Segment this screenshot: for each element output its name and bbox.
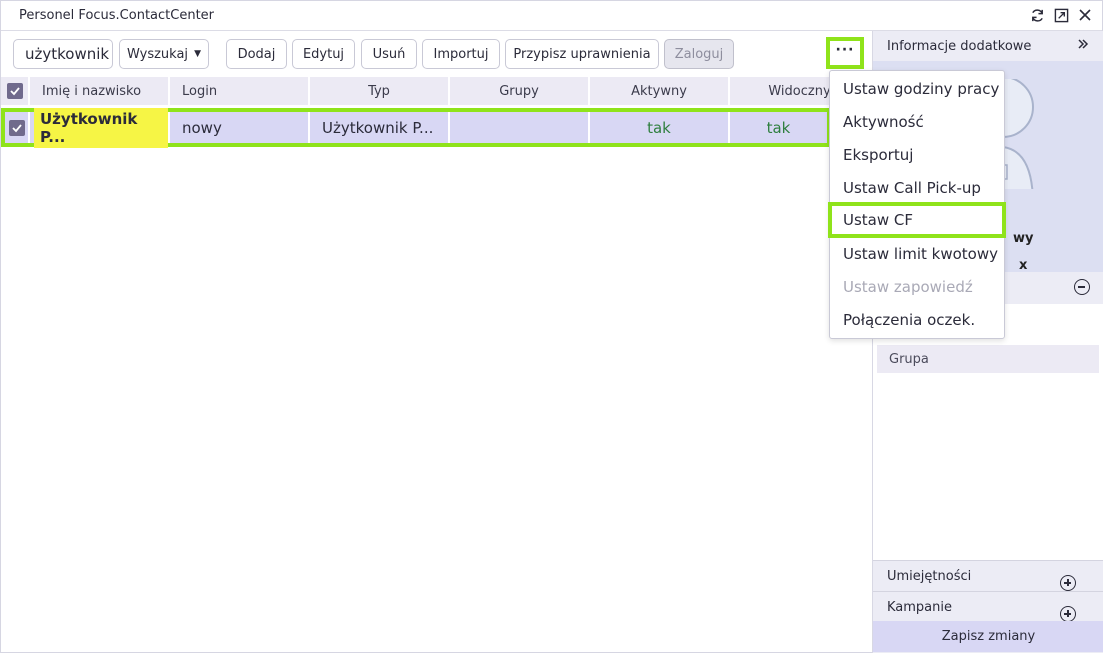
search-type-dropdown[interactable]: Wyszukaj ▼ [119, 39, 209, 69]
menu-item-export[interactable]: Eksportuj [830, 138, 1004, 171]
cell-groups [450, 112, 590, 143]
cell-login: nowy [170, 112, 310, 143]
toolbar: użytkownik Wyszukaj ▼ Dodaj Edytuj Usuń … [13, 39, 869, 69]
table-row[interactable]: Użytkownik P... nowy Użytkownik P... tak… [1, 107, 831, 148]
user-name: Użytkownik P... [34, 107, 168, 148]
campaigns-label: Kampanie [887, 599, 952, 615]
cell-visible: tak [766, 118, 791, 137]
details-panel-title: Informacje dodatkowe [887, 38, 1032, 54]
title-bar: Personel Focus.ContactCenter [1, 1, 1102, 31]
cell-type: Użytkownik P... [310, 112, 450, 143]
menu-item-call-pickup[interactable]: Ustaw Call Pick-up [830, 171, 1004, 204]
skills-label: Umiejętności [887, 568, 972, 584]
menu-item-set-cf[interactable]: Ustaw CF [828, 202, 1006, 238]
groups-list: Grupa [873, 304, 1103, 560]
details-panel-header: Informacje dodatkowe [873, 31, 1103, 61]
info-text-line-1: wy [1013, 231, 1034, 246]
refresh-icon[interactable] [1028, 6, 1046, 24]
table-header: Imię i nazwisko Login Typ Grupy Aktywny … [1, 77, 871, 105]
menu-item-waiting-calls[interactable]: Połączenia oczek. [830, 303, 1004, 336]
import-button[interactable]: Importuj [422, 39, 500, 69]
close-icon[interactable] [1076, 6, 1094, 24]
groups-column-header: Grupa [877, 345, 1099, 373]
cell-name: Użytkownik P... [30, 107, 170, 148]
column-header-type[interactable]: Typ [310, 77, 450, 105]
select-all-checkbox[interactable] [1, 77, 30, 105]
menu-item-work-hours[interactable]: Ustaw godziny pracy [830, 72, 1004, 105]
collapse-panel-icon[interactable] [1076, 37, 1090, 55]
menu-item-announcement: Ustaw zapowiedź [843, 277, 973, 296]
delete-button[interactable]: Usuń [361, 39, 417, 69]
add-button[interactable]: Dodaj [226, 39, 287, 69]
skills-section[interactable]: Umiejętności [873, 560, 1103, 591]
collapse-section-icon[interactable] [1074, 279, 1090, 295]
more-options-button[interactable]: ··· [826, 37, 864, 69]
search-input[interactable]: użytkownik [13, 39, 113, 69]
login-button[interactable]: Zaloguj [664, 39, 734, 69]
cell-active: tak [590, 112, 730, 143]
column-header-login[interactable]: Login [170, 77, 310, 105]
more-dots-icon: ··· [835, 42, 855, 58]
column-header-name[interactable]: Imię i nazwisko [30, 77, 170, 105]
window-title: Personel Focus.ContactCenter [19, 8, 215, 23]
popout-icon[interactable] [1052, 6, 1070, 24]
campaigns-section[interactable]: Kampanie [873, 591, 1103, 622]
app-window: Personel Focus.ContactCenter użytkownik … [0, 0, 1103, 653]
window-controls [1028, 6, 1094, 24]
save-changes-button[interactable]: Zapisz zmiany [873, 621, 1103, 652]
row-checkbox[interactable] [5, 112, 30, 143]
info-text-line-2: x [1019, 258, 1028, 273]
column-header-groups[interactable]: Grupy [450, 77, 590, 105]
checkbox-checked-icon [6, 83, 23, 99]
caret-down-icon: ▼ [194, 49, 201, 59]
edit-button[interactable]: Edytuj [292, 39, 355, 69]
search-type-label: Wyszukaj [127, 46, 189, 62]
menu-item-activity[interactable]: Aktywność [830, 105, 1004, 138]
more-options-menu: Ustaw godziny pracy Aktywność Eksportuj … [828, 70, 1006, 339]
checkbox-checked-icon [8, 119, 25, 136]
menu-item-quota-limit[interactable]: Ustaw limit kwotowy [830, 237, 1004, 270]
assign-permissions-button[interactable]: Przypisz uprawnienia [505, 39, 659, 69]
column-header-active[interactable]: Aktywny [590, 77, 730, 105]
